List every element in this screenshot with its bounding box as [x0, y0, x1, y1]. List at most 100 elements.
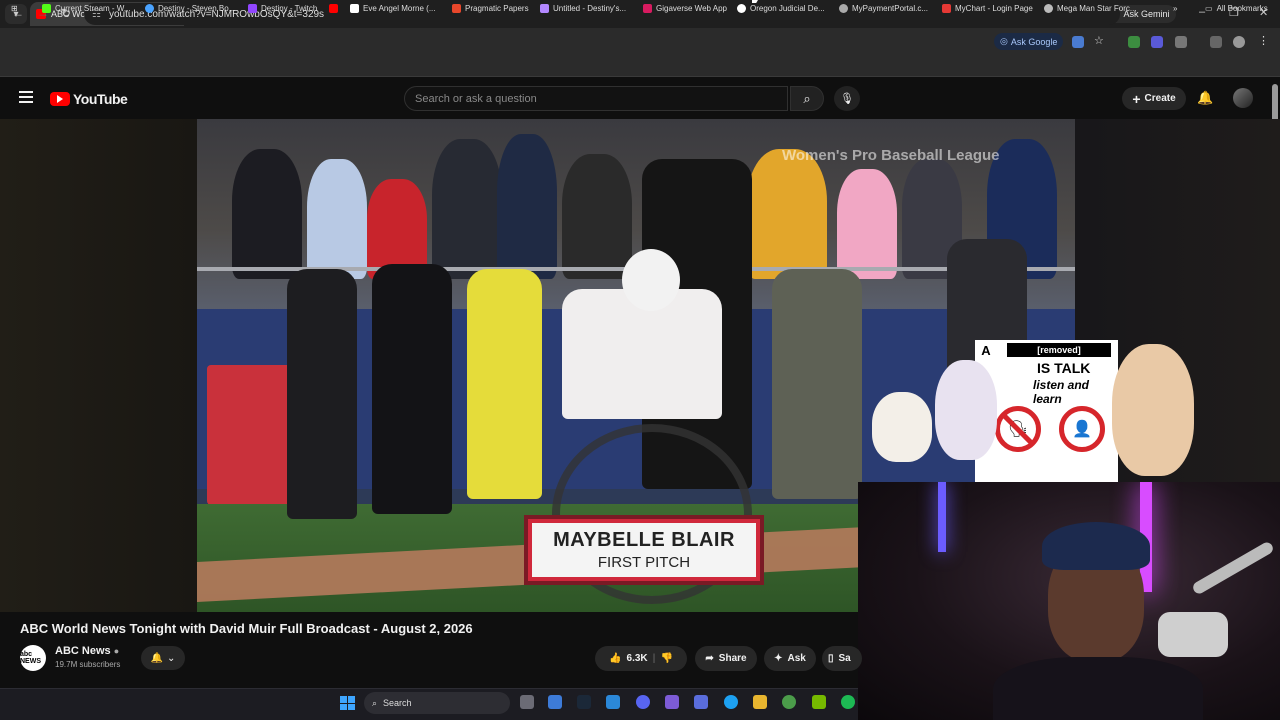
- like-count[interactable]: 6.3K: [627, 653, 648, 664]
- bookmark-item[interactable]: Eve Angel Morne (...: [350, 4, 435, 13]
- discord-icon[interactable]: [636, 695, 650, 709]
- ask-google-button[interactable]: ◎ Ask Google: [994, 33, 1064, 50]
- chrome-icon[interactable]: [782, 695, 796, 709]
- account-avatar[interactable]: [1233, 88, 1253, 108]
- steam-icon[interactable]: [577, 695, 591, 709]
- channel-name-text: ABC News: [55, 645, 111, 657]
- subscription-bell-button[interactable]: 🔔 ⌄: [141, 646, 185, 670]
- apps-grid-icon[interactable]: ⊞: [11, 4, 18, 13]
- channel-name[interactable]: ABC News ●: [55, 645, 119, 657]
- crowd-person: [232, 149, 302, 279]
- white-puppy-sticker-icon: [872, 392, 932, 462]
- share-arrow-icon: ➦: [705, 653, 714, 664]
- vpn-icon[interactable]: [694, 695, 708, 709]
- app-icon[interactable]: [665, 695, 679, 709]
- create-label: Create: [1144, 93, 1176, 104]
- kick-icon: [42, 4, 51, 13]
- youtube-wordmark: YouTube: [73, 91, 128, 107]
- bookmark-item[interactable]: MyPaymentPortal.c...: [839, 4, 928, 13]
- sparkle-icon: ✦: [774, 653, 783, 664]
- video-title: ABC World News Tonight with David Muir F…: [20, 621, 473, 636]
- profile-avatar-icon[interactable]: [1233, 36, 1245, 48]
- white-hair: [622, 249, 680, 311]
- bookmark-label: Destiny - Twitch: [261, 4, 318, 13]
- task-view-icon[interactable]: [520, 695, 534, 709]
- listening-head-icon: 👤: [1059, 406, 1105, 452]
- save-button[interactable]: ▯ Sa: [822, 646, 862, 671]
- bookmark-label: Destiny - Steven Bo...: [158, 4, 236, 13]
- bookmark-label: Current Stream - W...: [55, 4, 131, 13]
- divider: |: [652, 653, 656, 664]
- bookmark-item[interactable]: MyChart - Login Page: [942, 4, 1033, 13]
- bookmark-label: Oregon Judicial De...: [750, 4, 825, 13]
- file-explorer-icon[interactable]: [753, 695, 767, 709]
- notifications-bell-icon[interactable]: 🔔: [1197, 90, 1213, 106]
- bookmark-star-icon[interactable]: ☆: [1094, 34, 1106, 47]
- person-figure: [372, 264, 452, 514]
- ask-label: Ask: [787, 653, 806, 664]
- channel-avatar[interactable]: abc NEWS: [20, 645, 46, 671]
- dislike-icon[interactable]: 👎: [660, 653, 672, 664]
- destiny-icon: [145, 4, 154, 13]
- search-icon[interactable]: ⌕: [790, 86, 824, 111]
- lower-third-name: MAYBELLE BLAIR: [553, 529, 735, 551]
- snipping-tool-icon[interactable]: [548, 695, 562, 709]
- bookmark-item[interactable]: Pragmatic Papers: [452, 4, 529, 13]
- photos-icon[interactable]: [606, 695, 620, 709]
- like-icon[interactable]: 👍: [609, 653, 621, 664]
- streamer-webcam: [858, 482, 1280, 720]
- bookmark-item[interactable]: Mega Man Star Forc...: [1044, 4, 1137, 13]
- ask-google-label: Ask Google: [1010, 36, 1058, 47]
- bookmark-item[interactable]: Untitled - Destiny's...: [540, 4, 626, 13]
- kebab-menu-icon[interactable]: ⋮: [1258, 34, 1270, 47]
- translate-icon[interactable]: [1072, 36, 1084, 48]
- share-button[interactable]: ➦ Share: [695, 646, 757, 671]
- reading-list-icon[interactable]: [1210, 36, 1222, 48]
- bookmark-item[interactable]: Oregon Judicial De...: [737, 4, 825, 13]
- windows-start-icon[interactable]: [340, 696, 355, 710]
- bookmark-item[interactable]: Destiny - Twitch: [248, 4, 317, 13]
- search-input[interactable]: Search or ask a question: [404, 86, 788, 111]
- search-icon: ⌕: [372, 697, 378, 708]
- verified-badge-icon: ●: [113, 646, 120, 656]
- folder-icon: ▭: [1205, 4, 1213, 13]
- taskbar-search[interactable]: ⌕ Search: [364, 692, 510, 714]
- gigaverse-icon: [643, 4, 652, 13]
- hamburger-menu-icon[interactable]: [19, 91, 33, 103]
- subscriber-count: 19.7M subscribers: [55, 660, 121, 669]
- all-bookmarks-button[interactable]: ▭ All Bookmarks: [1205, 4, 1268, 13]
- extension-purple-icon[interactable]: [1151, 36, 1163, 48]
- microphone-icon[interactable]: 🎙: [834, 86, 860, 111]
- globe-icon: [1044, 4, 1053, 13]
- spotify-icon[interactable]: [841, 695, 855, 709]
- all-bookmarks-label: All Bookmarks: [1216, 4, 1268, 13]
- youtube-icon: [329, 4, 338, 13]
- crowd-person: [432, 139, 502, 279]
- youtube-logo[interactable]: YouTube: [50, 91, 128, 107]
- mic-arm: [1191, 540, 1275, 596]
- bookmark-item[interactable]: Current Stream - W...: [42, 4, 131, 13]
- bookmark-label: Untitled - Destiny's...: [553, 4, 627, 13]
- globe-icon: [839, 4, 848, 13]
- oregon-judicial-icon: [737, 4, 746, 13]
- bookmark-item[interactable]: Gigaverse Web App: [643, 4, 727, 13]
- bookmark-item[interactable]: Destiny - Steven Bo...: [145, 4, 235, 13]
- chevron-down-icon: ⌄: [167, 652, 176, 664]
- calico-cat-sticker-icon: [1112, 344, 1194, 476]
- ask-button[interactable]: ✦ Ask: [764, 646, 816, 671]
- crowd-person: [747, 149, 827, 279]
- create-button[interactable]: + Create: [1122, 87, 1186, 110]
- bookmark-item[interactable]: [329, 4, 338, 13]
- bookmark-label: Mega Man Star Forc...: [1057, 4, 1137, 13]
- lower-third-subtitle: FIRST PITCH: [597, 554, 691, 571]
- youtube-play-logo-icon: [50, 92, 70, 106]
- microphone: [1158, 612, 1228, 657]
- extensions-puzzle-icon[interactable]: [1175, 36, 1187, 48]
- nvidia-icon[interactable]: [812, 695, 826, 709]
- extension-green-icon[interactable]: [1128, 36, 1140, 48]
- streamer-body: [993, 657, 1203, 720]
- bookmarks-overflow-icon[interactable]: »: [1173, 4, 1177, 13]
- taskbar-search-label: Search: [383, 698, 412, 708]
- edge-icon[interactable]: [724, 695, 738, 709]
- overlay-line-2: IS TALK: [1037, 360, 1091, 376]
